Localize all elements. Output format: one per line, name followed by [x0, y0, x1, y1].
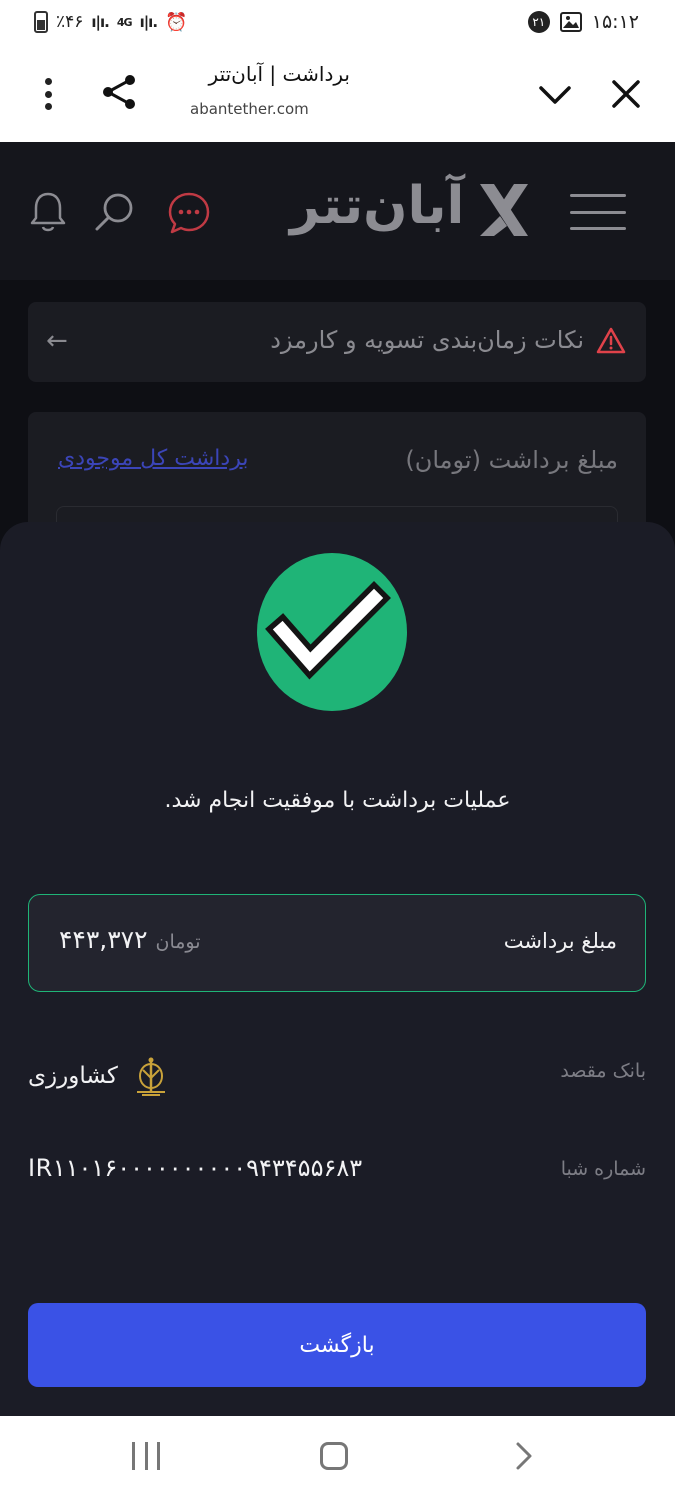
status-right: ۲۱ ۱۵:۱۲: [527, 11, 639, 33]
sheba-number: IR۱۱۰۱۶۰۰۰۰۰۰۰۰۰۰۹۴۳۴۵۵۶۸۳: [28, 1154, 363, 1182]
notification-badge: ۲۱: [527, 11, 550, 33]
alarm-icon: ⏰: [165, 11, 188, 33]
arrow-left-icon: ←: [46, 326, 68, 356]
amount-label: مبلغ برداشت (تومان): [405, 446, 618, 474]
brand-logo-icon: [480, 184, 528, 236]
amount-unit: تومان: [155, 931, 201, 953]
back-chevron-icon[interactable]: [508, 1440, 538, 1472]
signal-icon-2: ı|ı.: [139, 13, 158, 31]
amount-summary-value: تومان ۴۴۳,۳۷۲: [59, 925, 201, 954]
bank-label: بانک مقصد: [560, 1060, 646, 1082]
chevron-down-icon[interactable]: [535, 74, 575, 114]
gallery-icon: [559, 12, 582, 32]
withdraw-amount-summary: مبلغ برداشت تومان ۴۴۳,۳۷۲: [28, 894, 646, 992]
sheba-row: شماره شبا IR۱۱۰۱۶۰۰۰۰۰۰۰۰۰۰۹۴۳۴۵۵۶۸۳: [28, 1150, 646, 1194]
sheba-label: شماره شبا: [560, 1158, 646, 1180]
keshavarzi-bank-icon: [136, 1057, 165, 1096]
amount-number: ۴۴۳,۳۷۲: [59, 925, 148, 954]
warning-icon: [596, 327, 626, 354]
page-url[interactable]: abantether.com: [190, 100, 309, 118]
chat-icon[interactable]: [166, 190, 212, 236]
withdraw-all-link[interactable]: برداشت کل موجودی: [58, 446, 248, 471]
page-title: برداشت | آبان‌تتر: [208, 62, 350, 86]
sheba-value-container: IR۱۱۰۱۶۰۰۰۰۰۰۰۰۰۰۹۴۳۴۵۵۶۸۳: [28, 1154, 362, 1182]
app-header: آبان‌تتر: [0, 142, 675, 280]
destination-bank-row: بانک مقصد کشاورزی: [28, 1052, 646, 1096]
recent-apps-icon[interactable]: [132, 1442, 160, 1470]
status-bar: ٪۴۶ ı|ı. 4G ı|ı. ⏰ ۲۱ ۱۵:۱۲: [0, 0, 675, 48]
more-options-icon[interactable]: [30, 72, 66, 116]
bank-name: کشاورزی: [28, 1063, 118, 1089]
system-nav-bar: [0, 1416, 675, 1500]
close-icon[interactable]: [606, 74, 646, 114]
share-icon[interactable]: [98, 70, 142, 114]
search-icon[interactable]: [92, 190, 136, 234]
brand-logo-text: آبان‌تتر: [290, 176, 465, 236]
bell-icon[interactable]: [28, 190, 68, 234]
signal-icon: ı|ı.: [91, 13, 109, 31]
clock: ۱۵:۱۲: [591, 11, 639, 33]
hamburger-menu-icon[interactable]: [570, 194, 626, 230]
fee-notice-banner[interactable]: نکات زمان‌بندی تسویه و کارمزد ←: [28, 302, 646, 382]
back-button[interactable]: بازگشت: [28, 1303, 646, 1387]
app-content: آبان‌تتر نکات زمان‌بندی تسویه و کارمزد ←…: [0, 142, 675, 1416]
battery-percent: ٪۴۶: [56, 12, 84, 32]
bank-value: کشاورزی: [28, 1056, 168, 1096]
notice-text: نکات زمان‌بندی تسویه و کارمزد: [270, 326, 584, 354]
network-type: 4G: [116, 15, 133, 29]
browser-toolbar: برداشت | آبان‌تتر abantether.com: [0, 48, 675, 142]
battery-icon: [34, 11, 48, 33]
amount-summary-label: مبلغ برداشت: [503, 929, 617, 953]
success-message: عملیات برداشت با موفقیت انجام شد.: [164, 788, 511, 813]
success-check-icon: [257, 553, 407, 711]
status-left: ٪۴۶ ı|ı. 4G ı|ı. ⏰: [34, 11, 187, 33]
success-bottom-sheet: عملیات برداشت با موفقیت انجام شد. مبلغ ب…: [0, 522, 675, 1416]
home-icon[interactable]: [320, 1442, 348, 1470]
